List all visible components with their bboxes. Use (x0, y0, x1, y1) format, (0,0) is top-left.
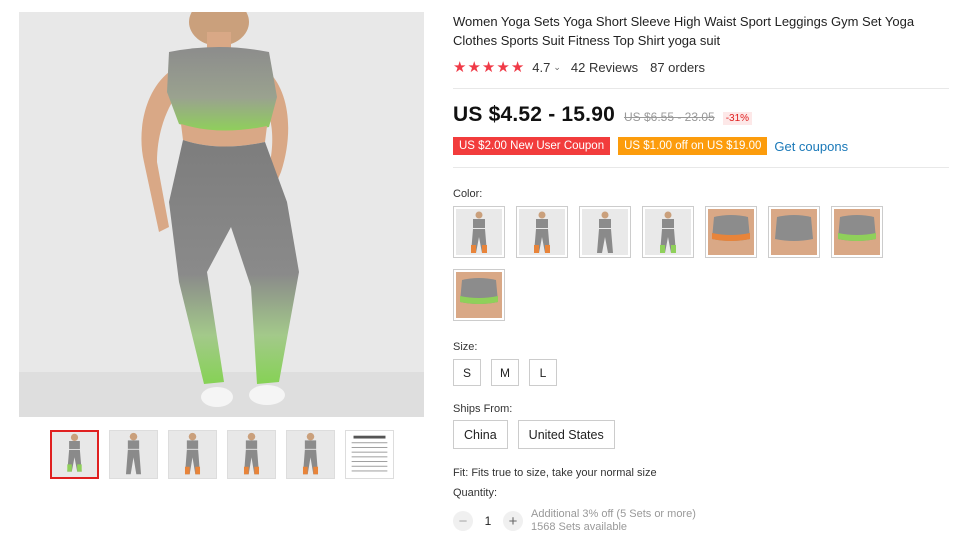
thumbnail-1[interactable] (50, 430, 99, 479)
color-swatch-4[interactable] (642, 206, 694, 258)
minus-icon[interactable]: − (453, 511, 473, 531)
color-swatch-1[interactable] (453, 206, 505, 258)
quantity-stepper: − 1 + Additional 3% off (5 Sets or more)… (453, 508, 958, 534)
thumbnail-3[interactable] (168, 430, 217, 479)
orders-count: 87 orders (650, 59, 706, 75)
rating-row: ★ ★ ★ ★ ★ 4.7 ⌄ 42 Reviews 87 orders (453, 58, 958, 76)
discount-badge: -31% (722, 112, 753, 125)
new-user-coupon[interactable]: US $2.00 New User Coupon (453, 137, 611, 155)
color-swatches (453, 206, 893, 321)
size-option-m[interactable]: M (491, 359, 519, 386)
original-price: US $6.55 - 23.05 (623, 110, 715, 124)
current-price: US $4.52 - 15.90 (453, 103, 615, 126)
product-title: Women Yoga Sets Yoga Short Sleeve High W… (453, 14, 915, 48)
quantity-label: Quantity: (453, 487, 498, 499)
size-options: S M L (453, 359, 958, 386)
product-info: Women Yoga Sets Yoga Short Sleeve High W… (453, 12, 958, 534)
product-photo (19, 12, 424, 417)
stock-available: 1568 Sets available (531, 521, 628, 533)
star-icon: ★ (453, 59, 467, 76)
size-option-l[interactable]: L (529, 359, 557, 386)
ships-from-label: Ships From: (453, 403, 513, 415)
bulk-discount-note: Additional 3% off (5 Sets or more) (531, 508, 696, 520)
rating-value[interactable]: 4.7 (532, 60, 550, 75)
ships-from-united-states[interactable]: United States (517, 420, 615, 449)
thumbnail-strip (50, 430, 394, 479)
star-icon: ★ (467, 59, 481, 76)
color-label: Color: (453, 188, 483, 200)
main-product-image[interactable] (19, 12, 424, 417)
color-swatch-2[interactable] (516, 206, 568, 258)
color-swatch-8[interactable] (453, 269, 505, 321)
star-icon: ★ (510, 59, 525, 76)
star-icon: ★ (496, 59, 510, 76)
thumbnail-4[interactable] (227, 430, 276, 479)
star-icon: ★ (481, 59, 496, 76)
price-row: US $4.52 - 15.90 US $6.55 - 23.05 -31% (453, 103, 958, 127)
ships-from-china[interactable]: China (453, 420, 508, 449)
ships-from-options: China United States (453, 420, 958, 449)
quantity-value[interactable]: 1 (473, 514, 503, 528)
plus-icon[interactable]: + (503, 511, 523, 531)
get-coupons-link[interactable]: Get coupons (774, 139, 848, 154)
color-swatch-6[interactable] (768, 206, 820, 258)
thumbnail-2[interactable] (109, 430, 158, 479)
thumbnail-size-chart[interactable] (345, 430, 394, 479)
divider (453, 88, 949, 89)
color-swatch-3[interactable] (579, 206, 631, 258)
fit-note: Fit: Fits true to size, take your normal… (453, 467, 657, 479)
reviews-link[interactable]: 42 Reviews (571, 60, 638, 75)
star-rating: ★ ★ ★ ★ ★ (453, 58, 524, 76)
thumbnail-5[interactable] (286, 430, 335, 479)
size-label: Size: (453, 341, 478, 353)
quantity-note: Additional 3% off (5 Sets or more) 1568 … (531, 508, 696, 534)
store-coupon[interactable]: US $1.00 off on US $19.00 (618, 137, 768, 155)
color-swatch-7[interactable] (831, 206, 883, 258)
size-option-s[interactable]: S (453, 359, 481, 386)
coupon-row: US $2.00 New User Coupon US $1.00 off on… (453, 137, 958, 155)
divider (453, 167, 949, 168)
color-swatch-5[interactable] (705, 206, 757, 258)
chevron-down-icon[interactable]: ⌄ (553, 62, 561, 73)
